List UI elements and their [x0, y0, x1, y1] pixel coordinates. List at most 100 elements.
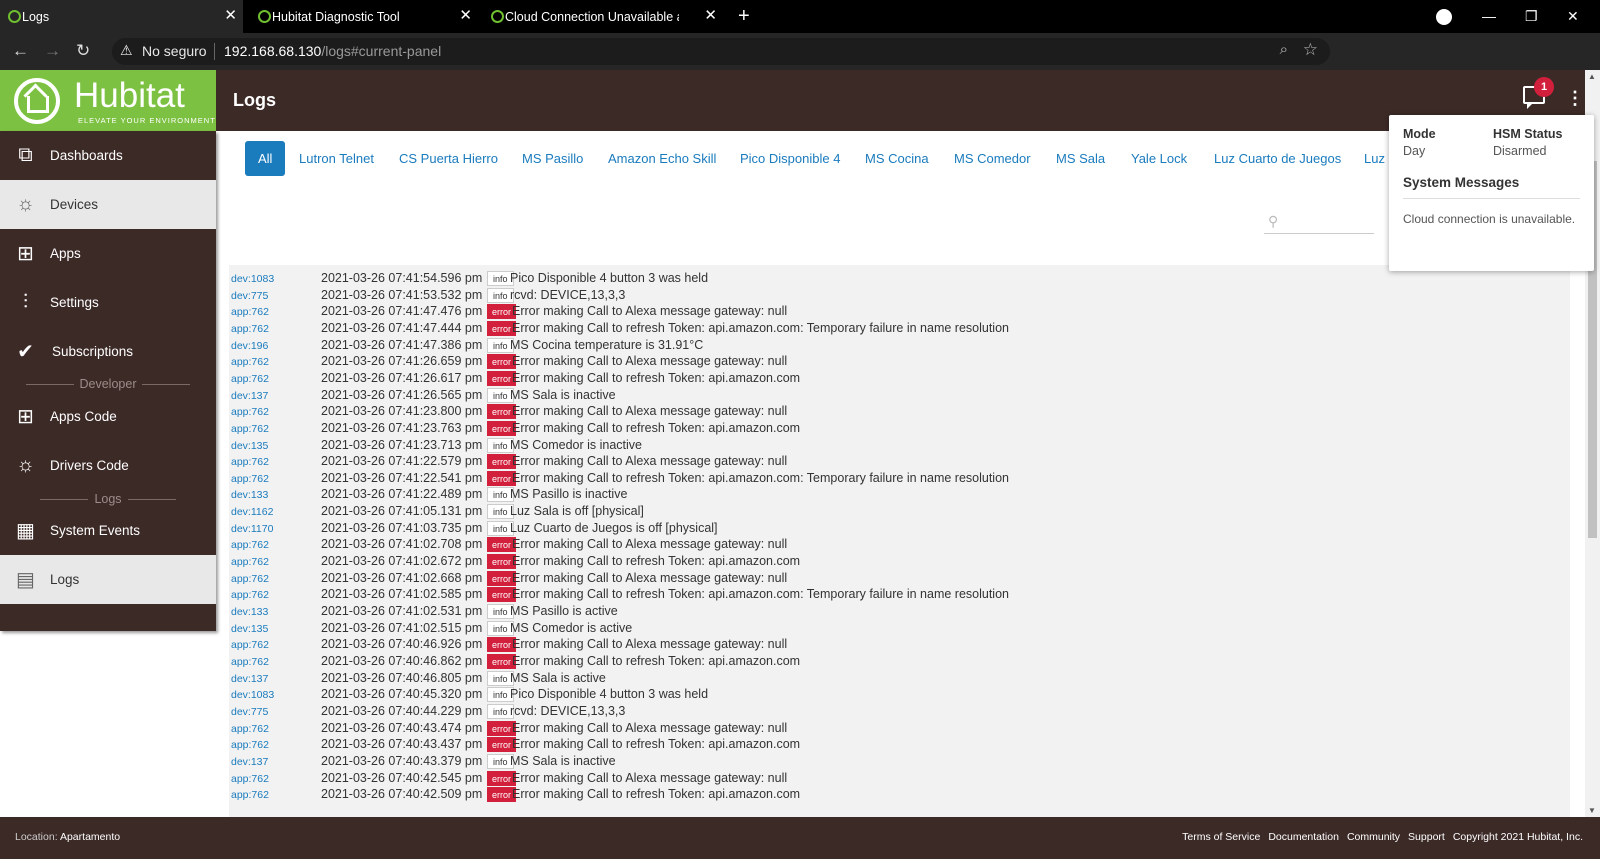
- filter-ms-comedor[interactable]: MS Comedor: [954, 141, 1031, 176]
- log-source-link[interactable]: app:762: [231, 556, 269, 568]
- forward-icon[interactable]: →: [44, 41, 61, 61]
- filter-luz[interactable]: Luz: [1364, 141, 1386, 176]
- hubitat-logo[interactable]: Hubitat ELEVATE YOUR ENVIRONMENT: [0, 70, 216, 131]
- log-source-link[interactable]: app:762: [231, 473, 269, 485]
- log-source-link[interactable]: dev:196: [231, 340, 268, 352]
- filter-ms-sala[interactable]: MS Sala: [1056, 141, 1105, 176]
- log-message: Luz Sala is off [physical]: [510, 504, 644, 519]
- filter-ms-cocina[interactable]: MS Cocina: [865, 141, 929, 176]
- log-source-link[interactable]: dev:775: [231, 706, 268, 718]
- filter-luz-cuarto-de-juegos[interactable]: Luz Cuarto de Juegos: [1214, 141, 1341, 176]
- sidebar-item-drivers-code[interactable]: ☼ Drivers Code: [0, 441, 216, 490]
- warning-icon: ⚠: [120, 42, 133, 58]
- header-menu-icon[interactable]: ⋮: [1566, 88, 1584, 108]
- filter-amazon-echo-skill[interactable]: Amazon Echo Skill: [608, 141, 716, 176]
- log-source-link[interactable]: dev:133: [231, 606, 268, 618]
- sidebar-item-apps[interactable]: ⊞ Apps: [0, 229, 216, 278]
- divider: [214, 43, 215, 60]
- log-source-link[interactable]: dev:775: [231, 290, 268, 302]
- reload-icon[interactable]: ↻: [76, 41, 90, 61]
- log-timestamp: 2021-03-26 07:41:26.617 pm: [321, 370, 483, 385]
- documentation-link[interactable]: Documentation: [1268, 831, 1339, 843]
- sidebar-item-devices[interactable]: ☼ Devices: [0, 180, 216, 229]
- log-timestamp: 2021-03-26 07:41:05.131 pm: [321, 504, 483, 519]
- close-tab-icon[interactable]: ✕: [704, 8, 717, 23]
- support-link[interactable]: Support: [1408, 831, 1445, 843]
- log-source-link[interactable]: app:762: [231, 739, 269, 751]
- log-source-link[interactable]: app:762: [231, 373, 269, 385]
- sidebar-item-subscriptions[interactable]: ✔ Subscriptions: [0, 327, 216, 376]
- log-source-link[interactable]: app:762: [231, 306, 269, 318]
- log-message: Pico Disponible 4 button 3 was held: [510, 687, 709, 702]
- log-source-link[interactable]: dev:1162: [231, 506, 273, 518]
- log-row: app:762 2021-03-26 07:40:42.545 pm error Er…: [229, 770, 1570, 787]
- log-source-link[interactable]: dev:1083: [231, 273, 274, 285]
- sidebar-item-apps-code[interactable]: ⊞ Apps Code: [0, 392, 216, 441]
- drivers-code-icon: ☼: [16, 454, 35, 476]
- back-icon[interactable]: ←: [12, 41, 29, 61]
- filter-ms-pasillo[interactable]: MS Pasillo: [522, 141, 583, 176]
- log-row: app:762 2021-03-26 07:41:47.444 pm error Er…: [229, 320, 1570, 337]
- sidebar-item-settings[interactable]: ⫶ Settings: [0, 278, 216, 327]
- log-source-link[interactable]: dev:137: [231, 390, 268, 402]
- log-source-link[interactable]: app:762: [231, 573, 269, 585]
- close-tab-icon[interactable]: ✕: [224, 8, 237, 23]
- scroll-down-icon[interactable]: ▼: [1588, 806, 1596, 815]
- log-source-link[interactable]: app:762: [231, 656, 269, 668]
- new-tab-button[interactable]: +: [738, 5, 750, 27]
- bookmark-star-icon[interactable]: ☆: [1303, 40, 1318, 60]
- log-source-link[interactable]: dev:1170: [231, 523, 273, 535]
- log-source-link[interactable]: dev:137: [231, 756, 268, 768]
- log-source-link[interactable]: app:762: [231, 539, 269, 551]
- log-source-link[interactable]: dev:135: [231, 440, 268, 452]
- log-source-link[interactable]: app:762: [231, 406, 269, 418]
- sidebar-item-dashboards[interactable]: ⧉ Dashboards: [0, 131, 216, 180]
- app-root: Logs ✕ Hubitat Diagnostic Tool ✕ Cloud C…: [0, 0, 1600, 859]
- close-tab-icon[interactable]: ✕: [459, 8, 472, 23]
- log-source-link[interactable]: app:762: [231, 589, 269, 601]
- log-source-link[interactable]: dev:1083: [231, 689, 274, 701]
- log-source-link[interactable]: dev:137: [231, 673, 268, 685]
- minimize-icon[interactable]: —: [1482, 8, 1496, 24]
- log-source-link[interactable]: dev:135: [231, 623, 268, 635]
- log-timestamp: 2021-03-26 07:41:02.515 pm: [321, 620, 483, 635]
- log-message: Error making Call to Alexa message gatew…: [512, 570, 788, 585]
- insecure-label[interactable]: No seguro: [142, 43, 207, 59]
- filter-cs-puerta-hierro[interactable]: CS Puerta Hierro: [399, 141, 498, 176]
- url-text[interactable]: 192.168.68.130/logs#current-panel: [224, 43, 441, 59]
- tab-search-icon[interactable]: [1436, 9, 1452, 25]
- sidebar-item-logs[interactable]: ▤ Logs: [0, 555, 216, 604]
- log-source-link[interactable]: app:762: [231, 423, 269, 435]
- log-source-link[interactable]: app:762: [231, 723, 269, 735]
- mode-value[interactable]: Day: [1403, 144, 1425, 158]
- community-link[interactable]: Community: [1347, 831, 1400, 843]
- terms-link[interactable]: Terms of Service: [1182, 831, 1260, 843]
- browser-tab-diagnostic[interactable]: Hubitat Diagnostic Tool ✕: [250, 0, 478, 33]
- log-source-link[interactable]: dev:133: [231, 489, 268, 501]
- sidebar: ⧉ Dashboards ☼ Devices ⊞ Apps ⫶ Settings…: [0, 131, 216, 631]
- status-popup: Mode Day HSM Status Disarmed System Mess…: [1389, 115, 1594, 271]
- log-source-link[interactable]: app:762: [231, 323, 269, 335]
- browser-tab-logs[interactable]: Logs ✕: [0, 0, 243, 33]
- filter-pico-disponible-4[interactable]: Pico Disponible 4: [740, 141, 840, 176]
- filter-yale-lock[interactable]: Yale Lock: [1131, 141, 1187, 176]
- zoom-icon[interactable]: ⌕: [1280, 41, 1288, 58]
- restore-icon[interactable]: ❐: [1525, 8, 1538, 24]
- hsm-status-value[interactable]: Disarmed: [1493, 144, 1547, 158]
- filter-all[interactable]: All: [245, 141, 286, 176]
- log-search-input[interactable]: ⚲: [1264, 212, 1374, 234]
- address-bar[interactable]: ⚠ No seguro 192.168.68.130/logs#current-…: [112, 38, 1330, 65]
- browser-tab-cloud[interactable]: Cloud Connection Unavailable af ✕: [483, 0, 723, 33]
- log-source-link[interactable]: app:762: [231, 456, 269, 468]
- sidebar-item-system-events[interactable]: ▦ System Events: [0, 506, 216, 555]
- apps-code-icon: ⊞: [17, 406, 34, 428]
- filter-lutron-telnet[interactable]: Lutron Telnet: [299, 141, 374, 176]
- log-row: app:762 2021-03-26 07:41:02.668 pm error Er…: [229, 570, 1570, 587]
- window-close-icon[interactable]: ✕: [1567, 8, 1579, 24]
- scroll-up-icon[interactable]: ▲: [1588, 72, 1596, 81]
- log-row: app:762 2021-03-26 07:40:42.509 pm error Er…: [229, 786, 1570, 803]
- log-source-link[interactable]: app:762: [231, 789, 269, 801]
- log-source-link[interactable]: app:762: [231, 773, 269, 785]
- log-source-link[interactable]: app:762: [231, 356, 269, 368]
- log-source-link[interactable]: app:762: [231, 639, 269, 651]
